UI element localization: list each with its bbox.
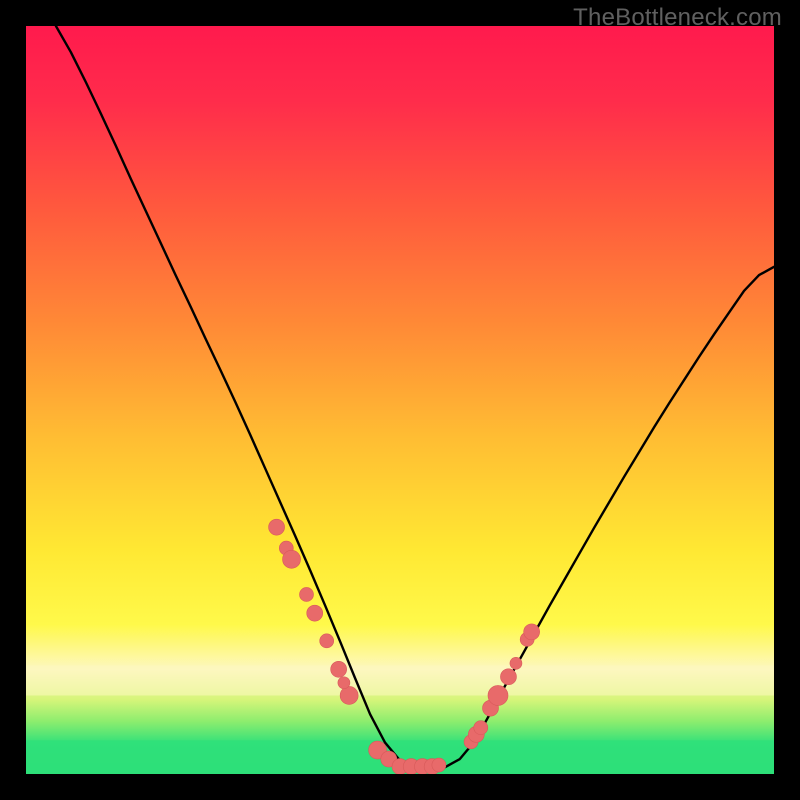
- chart-frame: TheBottleneck.com: [0, 0, 800, 800]
- gradient-background: [26, 26, 774, 774]
- data-marker: [500, 669, 516, 685]
- data-marker: [307, 605, 323, 621]
- data-marker: [283, 550, 301, 568]
- data-marker: [320, 634, 334, 648]
- data-marker: [300, 587, 314, 601]
- highlight-band: [26, 666, 774, 696]
- data-marker: [524, 624, 540, 640]
- data-marker: [488, 685, 508, 705]
- data-marker: [432, 758, 446, 772]
- data-marker: [338, 677, 350, 689]
- chart-svg: [26, 26, 774, 774]
- data-marker: [269, 519, 285, 535]
- data-marker: [331, 661, 347, 677]
- data-marker: [474, 721, 488, 735]
- data-marker: [340, 686, 358, 704]
- plot-area: [26, 26, 774, 774]
- data-marker: [510, 657, 522, 669]
